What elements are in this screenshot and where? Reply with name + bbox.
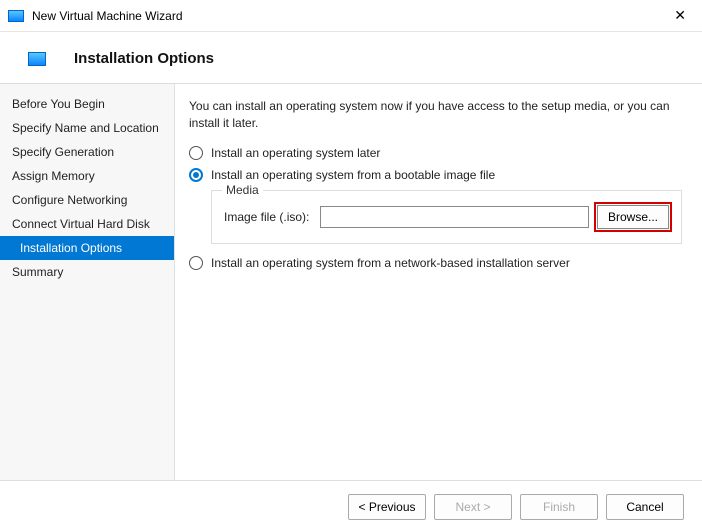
wizard-steps-sidebar: Before You Begin Specify Name and Locati… [0, 84, 175, 493]
option-install-image[interactable]: Install an operating system from a boota… [189, 168, 682, 182]
wizard-footer: < Previous Next > Finish Cancel [0, 480, 702, 532]
step-before-you-begin[interactable]: Before You Begin [0, 92, 174, 116]
step-configure-networking[interactable]: Configure Networking [0, 188, 174, 212]
option-install-network[interactable]: Install an operating system from a netwo… [189, 256, 682, 270]
media-legend: Media [222, 183, 263, 197]
window-title: New Virtual Machine Wizard [32, 9, 666, 23]
radio-icon [189, 146, 203, 160]
finish-button[interactable]: Finish [520, 494, 598, 520]
step-specify-generation[interactable]: Specify Generation [0, 140, 174, 164]
wizard-body: Before You Begin Specify Name and Locati… [0, 83, 702, 493]
step-specify-name-location[interactable]: Specify Name and Location [0, 116, 174, 140]
wizard-header: Installation Options [0, 32, 702, 83]
close-icon[interactable]: ✕ [666, 3, 694, 28]
previous-button[interactable]: < Previous [348, 494, 426, 520]
step-connect-vhd[interactable]: Connect Virtual Hard Disk [0, 212, 174, 236]
image-file-input[interactable] [320, 206, 589, 228]
cancel-button[interactable]: Cancel [606, 494, 684, 520]
option-install-later[interactable]: Install an operating system later [189, 146, 682, 160]
option-install-image-label: Install an operating system from a boota… [211, 168, 495, 182]
app-icon [8, 10, 24, 22]
option-install-network-label: Install an operating system from a netwo… [211, 256, 570, 270]
media-group: Media Image file (.iso): Browse... [211, 190, 682, 244]
option-install-later-label: Install an operating system later [211, 146, 380, 160]
step-summary[interactable]: Summary [0, 260, 174, 284]
step-assign-memory[interactable]: Assign Memory [0, 164, 174, 188]
content-pane: You can install an operating system now … [175, 84, 702, 493]
browse-button[interactable]: Browse... [597, 205, 669, 229]
radio-icon [189, 168, 203, 182]
titlebar: New Virtual Machine Wizard ✕ [0, 0, 702, 32]
image-file-label: Image file (.iso): [224, 210, 312, 224]
wizard-icon [28, 52, 46, 66]
radio-icon [189, 256, 203, 270]
step-installation-options[interactable]: Installation Options [0, 236, 174, 260]
description-text: You can install an operating system now … [189, 98, 682, 132]
page-title: Installation Options [74, 50, 214, 67]
next-button[interactable]: Next > [434, 494, 512, 520]
